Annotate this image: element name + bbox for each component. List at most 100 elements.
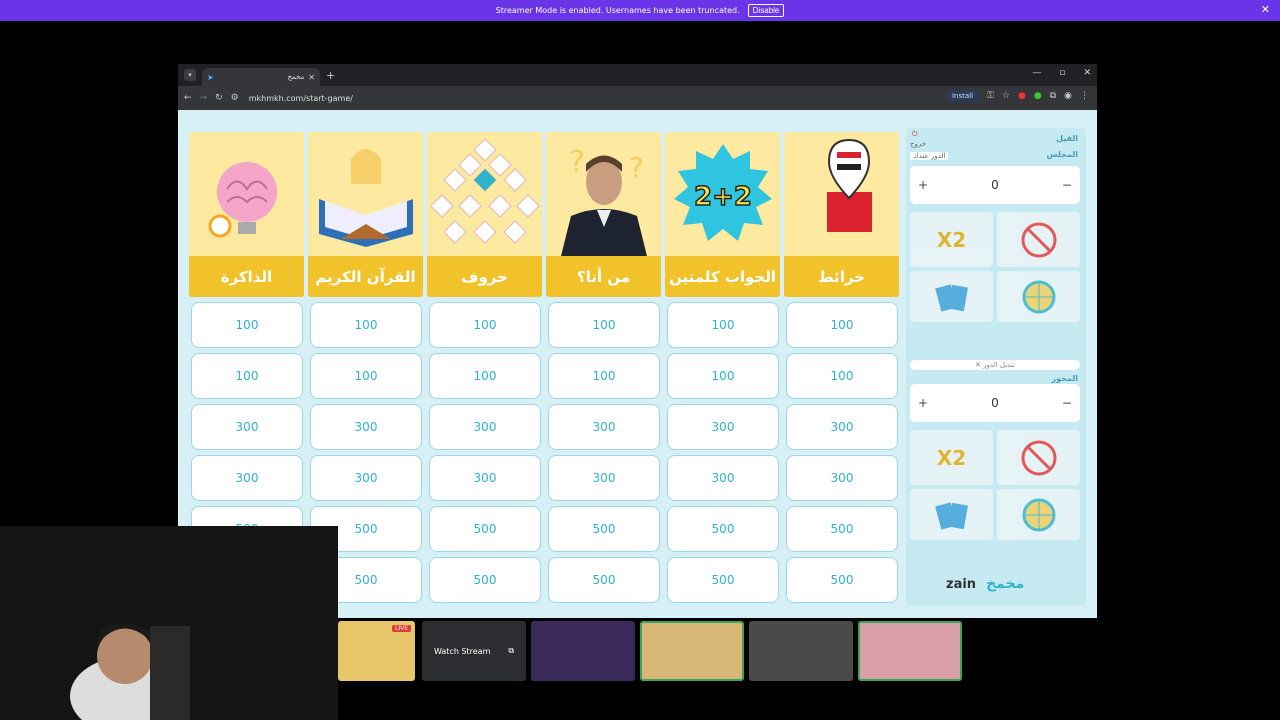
team2-minus-button[interactable]: − bbox=[1062, 396, 1072, 410]
profile-avatar-icon[interactable]: ◉ bbox=[1064, 91, 1072, 101]
question-cell[interactable]: 100 bbox=[548, 353, 660, 399]
team1-powerups: X2 bbox=[910, 212, 1080, 322]
close-banner-icon[interactable]: ✕ bbox=[1261, 3, 1270, 16]
block-opponent-powerup-icon[interactable] bbox=[997, 430, 1080, 485]
question-cell[interactable]: 300 bbox=[548, 455, 660, 501]
extension-green-icon[interactable]: ● bbox=[1034, 91, 1042, 101]
tab-search-icon[interactable]: ▾ bbox=[184, 69, 196, 81]
question-cell[interactable]: 100 bbox=[786, 353, 898, 399]
double-score-powerup[interactable]: X2 bbox=[910, 212, 993, 267]
install-button[interactable]: Install bbox=[945, 90, 980, 102]
category-letters[interactable]: حروف bbox=[427, 132, 542, 297]
category-label: حروف bbox=[427, 256, 542, 297]
question-cell[interactable]: 300 bbox=[310, 455, 422, 501]
category-label: القرآن الكريم bbox=[308, 256, 423, 297]
question-cell[interactable]: 300 bbox=[191, 404, 303, 450]
reload-icon[interactable]: ↻ bbox=[215, 93, 223, 103]
question-cell[interactable]: 500 bbox=[667, 557, 779, 603]
exit-label[interactable]: خروج bbox=[910, 140, 926, 148]
team1-name: الفيل bbox=[1056, 134, 1078, 143]
wheel-powerup-icon[interactable] bbox=[997, 271, 1080, 322]
watch-stream-tile[interactable]: Watch Stream ⧉ bbox=[422, 621, 526, 681]
question-cell[interactable]: 300 bbox=[310, 404, 422, 450]
participant-tile[interactable] bbox=[640, 621, 744, 681]
question-cell[interactable]: 100 bbox=[786, 302, 898, 348]
switch-turn-button[interactable]: ✕ تبديل الدور bbox=[910, 360, 1080, 370]
math-badge-icon: 2+2 bbox=[665, 132, 780, 256]
cards-powerup-icon[interactable] bbox=[910, 489, 993, 540]
participant-tile[interactable] bbox=[749, 621, 853, 681]
browser-tab[interactable]: ➤ مخمخ ✕ bbox=[202, 68, 320, 86]
question-cell[interactable]: 500 bbox=[429, 506, 541, 552]
question-cell[interactable]: 500 bbox=[667, 506, 779, 552]
question-cell[interactable]: 100 bbox=[191, 302, 303, 348]
tab-close-icon[interactable]: ✕ bbox=[308, 73, 315, 82]
team2-plus-button[interactable]: + bbox=[918, 396, 928, 410]
svg-text:?: ? bbox=[629, 151, 644, 184]
question-cell[interactable]: 500 bbox=[786, 557, 898, 603]
category-quran[interactable]: القرآن الكريم bbox=[308, 132, 423, 297]
extensions-puzzle-icon[interactable]: ⧉ bbox=[1050, 91, 1056, 101]
question-cell[interactable]: 300 bbox=[429, 404, 541, 450]
question-cell[interactable]: 100 bbox=[191, 353, 303, 399]
participant-tile[interactable] bbox=[531, 621, 635, 681]
password-key-icon[interactable]: ⚿ bbox=[987, 91, 994, 101]
category-memory[interactable]: الذاكرة bbox=[189, 132, 304, 297]
question-cell[interactable]: 100 bbox=[667, 353, 779, 399]
question-cell[interactable]: 500 bbox=[429, 557, 541, 603]
question-cell[interactable]: 300 bbox=[786, 455, 898, 501]
question-cell[interactable]: 100 bbox=[667, 302, 779, 348]
back-icon[interactable]: ← bbox=[184, 93, 192, 103]
team2-score-box: + 0 − bbox=[910, 384, 1080, 422]
new-tab-button[interactable]: + bbox=[326, 69, 335, 82]
category-label: الذاكرة bbox=[189, 256, 304, 297]
svg-text:2+2: 2+2 bbox=[694, 182, 752, 212]
category-label: خرائط bbox=[784, 256, 899, 297]
team2-score: 0 bbox=[991, 396, 999, 410]
maximize-icon[interactable]: ▫ bbox=[1059, 68, 1065, 78]
category-who-am-i[interactable]: ? ? من أنا؟ bbox=[546, 132, 661, 297]
question-cell[interactable]: 300 bbox=[429, 455, 541, 501]
letters-grid-icon bbox=[427, 132, 542, 256]
team1-score: 0 bbox=[991, 178, 999, 192]
question-cell[interactable]: 500 bbox=[786, 506, 898, 552]
question-cell[interactable]: 300 bbox=[548, 404, 660, 450]
popout-icon[interactable]: ⧉ bbox=[508, 646, 514, 656]
double-score-powerup[interactable]: X2 bbox=[910, 430, 993, 485]
minimize-icon[interactable]: — bbox=[1032, 68, 1041, 78]
question-cell[interactable]: 500 bbox=[548, 506, 660, 552]
site-info-icon[interactable]: ⚙ bbox=[231, 93, 239, 103]
question-cell[interactable]: 300 bbox=[667, 404, 779, 450]
cards-powerup-icon[interactable] bbox=[910, 271, 993, 322]
question-cell[interactable]: 100 bbox=[429, 353, 541, 399]
question-cell[interactable]: 100 bbox=[429, 302, 541, 348]
tab-title: مخمخ bbox=[287, 73, 305, 81]
exit-icon[interactable]: ⏻ bbox=[912, 130, 918, 139]
team2-powerups: X2 bbox=[910, 430, 1080, 540]
question-cell[interactable]: 100 bbox=[548, 302, 660, 348]
disable-streamer-mode-button[interactable]: Disable bbox=[747, 4, 785, 17]
wheel-powerup-icon[interactable] bbox=[997, 489, 1080, 540]
question-cell[interactable]: 500 bbox=[548, 557, 660, 603]
site-logo: مخمخ bbox=[986, 576, 1025, 592]
question-cell[interactable]: 300 bbox=[667, 455, 779, 501]
team1-plus-button[interactable]: + bbox=[918, 178, 928, 192]
participant-tile[interactable] bbox=[858, 621, 962, 681]
block-opponent-powerup-icon[interactable] bbox=[997, 212, 1080, 267]
category-two-word-answer[interactable]: 2+2 الجواب كلمتين bbox=[665, 132, 780, 297]
menu-kebab-icon[interactable]: ⋮ bbox=[1080, 91, 1089, 101]
team1-minus-button[interactable]: − bbox=[1062, 178, 1072, 192]
category-maps[interactable]: خرائط bbox=[784, 132, 899, 297]
question-cell[interactable]: 300 bbox=[191, 455, 303, 501]
live-badge: LIVE bbox=[391, 625, 411, 632]
stream-preview-tile[interactable]: LIVE bbox=[338, 621, 415, 681]
url-field[interactable]: mkhmkh.com/start-game/ bbox=[249, 94, 353, 103]
close-window-icon[interactable]: ✕ bbox=[1083, 68, 1091, 78]
bookmark-star-icon[interactable]: ☆ bbox=[1002, 91, 1010, 101]
question-cell[interactable]: 100 bbox=[310, 353, 422, 399]
forward-icon[interactable]: → bbox=[200, 93, 208, 103]
question-cell[interactable]: 300 bbox=[786, 404, 898, 450]
window-controls: — ▫ ✕ bbox=[1032, 68, 1091, 78]
extension-icon[interactable]: ● bbox=[1018, 91, 1026, 101]
question-cell[interactable]: 100 bbox=[310, 302, 422, 348]
